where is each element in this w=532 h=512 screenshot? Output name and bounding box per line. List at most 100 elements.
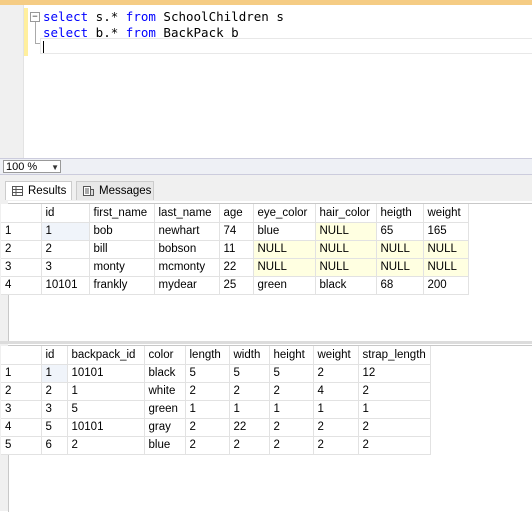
table-cell[interactable]: 68 <box>376 276 424 295</box>
table-cell[interactable]: 3 <box>41 400 68 419</box>
table-cell[interactable]: 1 <box>67 382 145 401</box>
table-cell[interactable]: 5 <box>185 364 230 383</box>
table-cell[interactable]: NULL <box>253 258 316 277</box>
table-cell[interactable]: mcmonty <box>154 258 220 277</box>
table-row[interactable]: 1 1 bob newhart 74 blue NULL 65 165 <box>1 221 469 241</box>
table-cell[interactable]: 2 <box>313 418 359 437</box>
table-cell[interactable]: black <box>315 276 377 295</box>
column-header[interactable]: id <box>41 346 68 365</box>
table-cell[interactable]: newhart <box>154 222 220 241</box>
table-cell[interactable]: NULL <box>315 222 377 241</box>
table-cell[interactable]: 1 <box>40 221 90 241</box>
table-cell[interactable]: 1 <box>358 400 431 419</box>
row-number[interactable]: 1 <box>1 222 42 241</box>
table-cell[interactable]: 5 <box>41 418 68 437</box>
column-header[interactable]: first_name <box>89 204 155 223</box>
table-cell[interactable]: 2 <box>269 418 314 437</box>
table-cell[interactable]: 2 <box>313 364 359 383</box>
column-header[interactable]: width <box>229 346 270 365</box>
table-cell[interactable]: NULL <box>423 240 469 259</box>
column-header[interactable]: last_name <box>154 204 220 223</box>
row-number[interactable]: 2 <box>1 240 42 259</box>
collapse-region-icon[interactable]: − <box>30 12 40 22</box>
table-cell[interactable]: 2 <box>41 382 68 401</box>
table-cell[interactable]: 2 <box>229 382 270 401</box>
row-number[interactable]: 1 <box>1 364 42 383</box>
tab-messages[interactable]: Messages <box>76 181 154 200</box>
table-cell[interactable]: mydear <box>154 276 220 295</box>
table-cell[interactable]: 5 <box>269 364 314 383</box>
table-cell[interactable]: NULL <box>315 240 377 259</box>
table-cell[interactable]: frankly <box>89 276 155 295</box>
table-cell[interactable]: 3 <box>41 258 90 277</box>
table-cell[interactable]: 4 <box>313 382 359 401</box>
column-header[interactable]: hair_color <box>315 204 377 223</box>
table-cell[interactable]: 22 <box>229 418 270 437</box>
row-number[interactable]: 3 <box>1 258 42 277</box>
table-cell[interactable]: 2 <box>269 436 314 455</box>
table-cell[interactable]: 10101 <box>67 364 145 383</box>
table-cell[interactable]: 11 <box>219 240 254 259</box>
row-number[interactable]: 3 <box>1 400 42 419</box>
row-number[interactable]: 2 <box>1 382 42 401</box>
table-cell[interactable]: blue <box>144 436 186 455</box>
table-cell[interactable]: 1 <box>40 363 68 383</box>
column-header[interactable]: height <box>269 346 314 365</box>
table-cell[interactable]: 6 <box>41 436 68 455</box>
column-header[interactable]: age <box>219 204 254 223</box>
row-number[interactable]: 5 <box>1 436 42 455</box>
table-row[interactable]: 1 1 10101 black 5 5 5 2 12 <box>1 363 431 383</box>
column-header[interactable]: eye_color <box>253 204 316 223</box>
code-line-1[interactable]: select s.* from SchoolChildren s <box>43 9 284 24</box>
table-row[interactable]: 2 2 1 white 2 2 2 4 2 <box>1 382 431 401</box>
table-cell[interactable]: 1 <box>229 400 270 419</box>
query-editor[interactable]: − select s.* from SchoolChildren s selec… <box>0 5 532 158</box>
column-header[interactable]: length <box>185 346 230 365</box>
table-cell[interactable]: 2 <box>229 436 270 455</box>
table-cell[interactable]: 1 <box>185 400 230 419</box>
table-cell[interactable]: 2 <box>185 436 230 455</box>
chevron-down-icon[interactable]: ▼ <box>51 161 59 174</box>
table-row[interactable]: 4 10101 frankly mydear 25 green black 68 200 <box>1 276 469 295</box>
table-cell[interactable]: 2 <box>269 382 314 401</box>
table-cell[interactable]: 12 <box>358 364 431 383</box>
table-cell[interactable]: 65 <box>376 222 424 241</box>
table-cell[interactable]: NULL <box>315 258 377 277</box>
table-cell[interactable]: 2 <box>313 436 359 455</box>
results-grid-backpack[interactable]: id backpack_id color length width height weigh… <box>1 345 532 512</box>
table-cell[interactable]: 2 <box>358 418 431 437</box>
table-cell[interactable]: black <box>144 364 186 383</box>
row-number[interactable]: 4 <box>1 418 42 437</box>
table-row[interactable]: 4 5 10101 gray 2 22 2 2 2 <box>1 418 431 437</box>
table-cell[interactable]: 200 <box>423 276 469 295</box>
table-cell[interactable]: NULL <box>423 258 469 277</box>
table-cell[interactable]: 2 <box>185 382 230 401</box>
table-cell[interactable]: 5 <box>67 400 145 419</box>
table-cell[interactable]: 2 <box>185 418 230 437</box>
table-cell[interactable]: green <box>144 400 186 419</box>
table-cell[interactable]: 2 <box>358 436 431 455</box>
table-cell[interactable]: 10101 <box>67 418 145 437</box>
corner-cell[interactable] <box>1 346 42 365</box>
table-cell[interactable]: green <box>253 276 316 295</box>
table-cell[interactable]: NULL <box>253 240 316 259</box>
corner-cell[interactable] <box>1 204 42 223</box>
column-header[interactable]: id <box>41 204 90 223</box>
column-header[interactable]: heigth <box>376 204 424 223</box>
table-cell[interactable]: 1 <box>269 400 314 419</box>
table-cell[interactable]: blue <box>253 222 316 241</box>
table-row[interactable]: 5 6 2 blue 2 2 2 2 2 <box>1 436 431 455</box>
table-cell[interactable]: NULL <box>376 258 424 277</box>
table-cell[interactable]: bob <box>89 222 155 241</box>
table-cell[interactable]: 10101 <box>41 276 90 295</box>
column-header[interactable]: color <box>144 346 186 365</box>
row-number[interactable]: 4 <box>1 276 42 295</box>
table-cell[interactable]: 25 <box>219 276 254 295</box>
table-cell[interactable]: gray <box>144 418 186 437</box>
table-cell[interactable]: 165 <box>423 222 469 241</box>
results-grid-schoolchildren[interactable]: id first_name last_name age eye_color hair_co… <box>1 203 532 341</box>
table-cell[interactable]: monty <box>89 258 155 277</box>
tab-results[interactable]: Results <box>5 181 72 200</box>
table-cell[interactable]: 1 <box>313 400 359 419</box>
table-cell[interactable]: 2 <box>358 382 431 401</box>
